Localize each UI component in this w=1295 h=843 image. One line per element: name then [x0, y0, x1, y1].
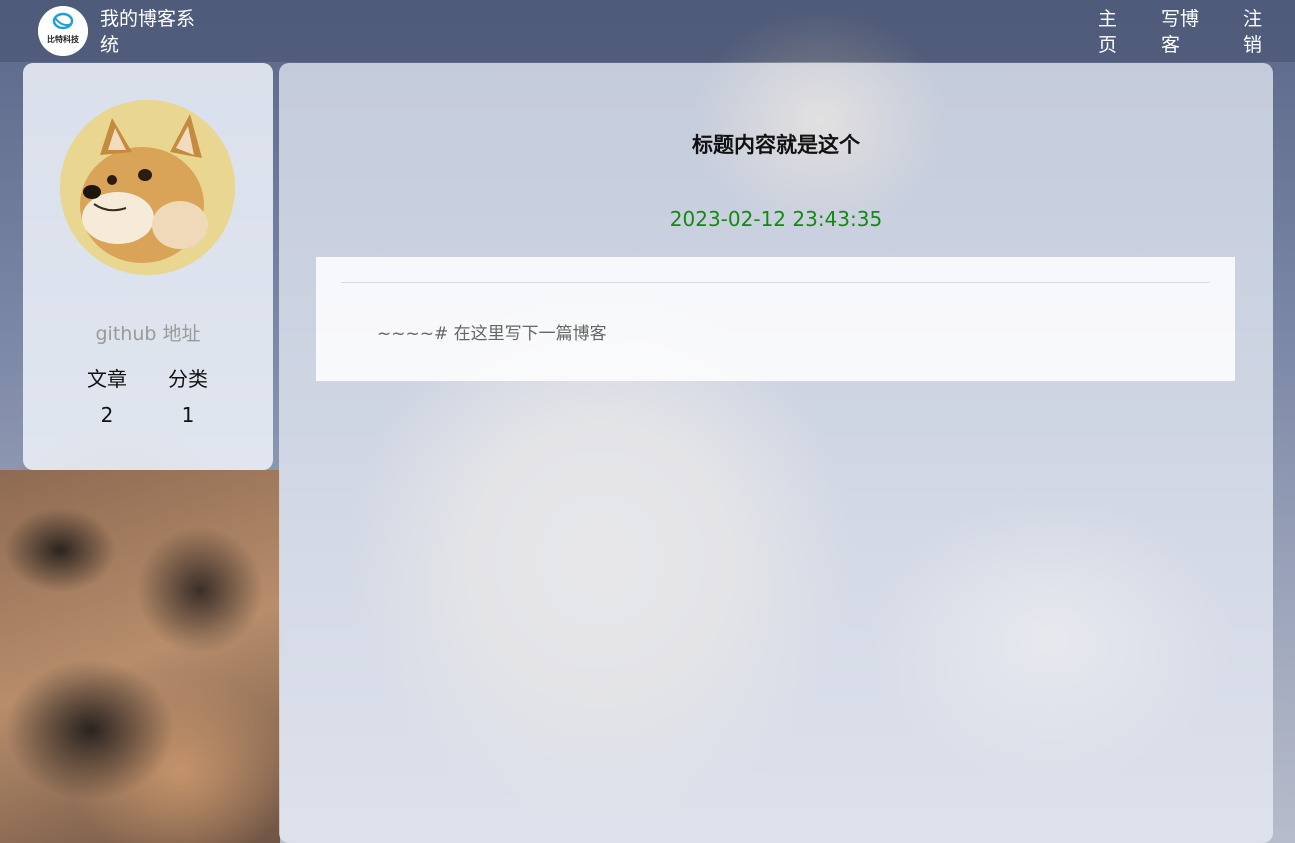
post-date: 2023-02-12 23:43:35 [669, 207, 883, 231]
category-count: 1 [181, 403, 195, 427]
site-title: 我的博客系统 [100, 8, 196, 56]
nav-logout-link[interactable]: 注销 [1243, 6, 1265, 58]
nav-bar: 比特科技 我的博客系统 主页 写博客 注销 [0, 0, 1295, 62]
post-content-text: ~~~~# 在这里写下一篇博客 [377, 324, 607, 344]
post-title: 标题内容就是这个 [692, 133, 860, 157]
post-content-box: ~~~~# 在这里写下一篇博客 [316, 257, 1235, 381]
nav-write-blog-link[interactable]: 写博客 [1161, 6, 1205, 58]
content-divider [341, 282, 1210, 283]
articles-label: 文章 [87, 367, 127, 391]
logo-text: 比特科技 [47, 34, 80, 44]
github-link[interactable]: github 地址 [23, 319, 273, 346]
articles-count: 2 [100, 403, 114, 427]
category-label: 分类 [168, 367, 208, 391]
nav-home-link[interactable]: 主页 [1098, 6, 1120, 58]
blog-detail-panel: 标题内容就是这个 2023-02-12 23:43:35 ~~~~# 在这里写下… [279, 63, 1273, 843]
doge-avatar-icon [60, 100, 235, 275]
user-info-card: github 地址 文章 分类 2 1 [23, 63, 273, 470]
site-logo[interactable]: 比特科技 [38, 6, 88, 56]
bit-tech-logo-icon: 比特科技 [38, 6, 88, 56]
background-cat-left [0, 470, 280, 843]
